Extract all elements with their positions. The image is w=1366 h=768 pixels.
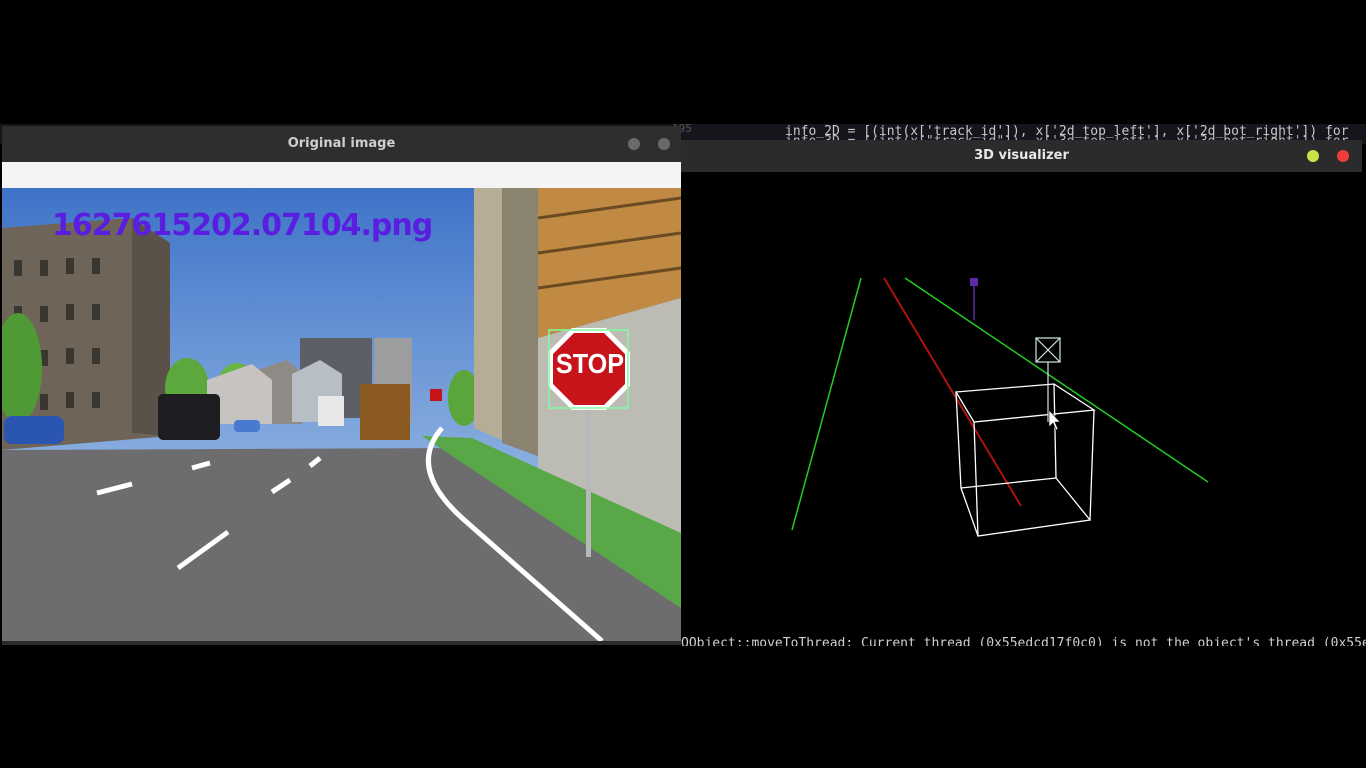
lane-line-left xyxy=(791,277,862,531)
window-title: 3D visualizer xyxy=(974,148,1069,163)
window-titlebar[interactable]: Original image xyxy=(2,126,681,162)
stop-sign-text: STOP xyxy=(555,348,625,379)
street-scene xyxy=(2,188,681,641)
lane-line-right xyxy=(904,277,1209,483)
close-button[interactable] xyxy=(658,138,670,150)
minimize-button[interactable] xyxy=(628,138,640,150)
window-title: Original image xyxy=(287,136,396,151)
3d-visualizer-window[interactable]: 3D visualizer xyxy=(681,140,1362,628)
frame-filename-label: 1627615202.07104.png xyxy=(52,208,433,243)
close-button[interactable] xyxy=(1337,150,1349,162)
image-toolbar xyxy=(2,162,681,188)
minimize-button[interactable] xyxy=(1307,150,1319,162)
window-titlebar[interactable]: 3D visualizer xyxy=(681,140,1362,172)
terminal-output: QObject::moveToThread: Current thread (0… xyxy=(681,636,1366,646)
camera-frame: 1627615202.07104.png STOP xyxy=(2,188,681,641)
3d-viewport[interactable] xyxy=(681,172,1362,628)
marker xyxy=(970,278,978,320)
3d-bounding-box xyxy=(954,383,1096,537)
path-line xyxy=(883,277,1022,507)
original-image-window[interactable]: Original image 1627615202.07104.png STOP xyxy=(2,126,681,645)
